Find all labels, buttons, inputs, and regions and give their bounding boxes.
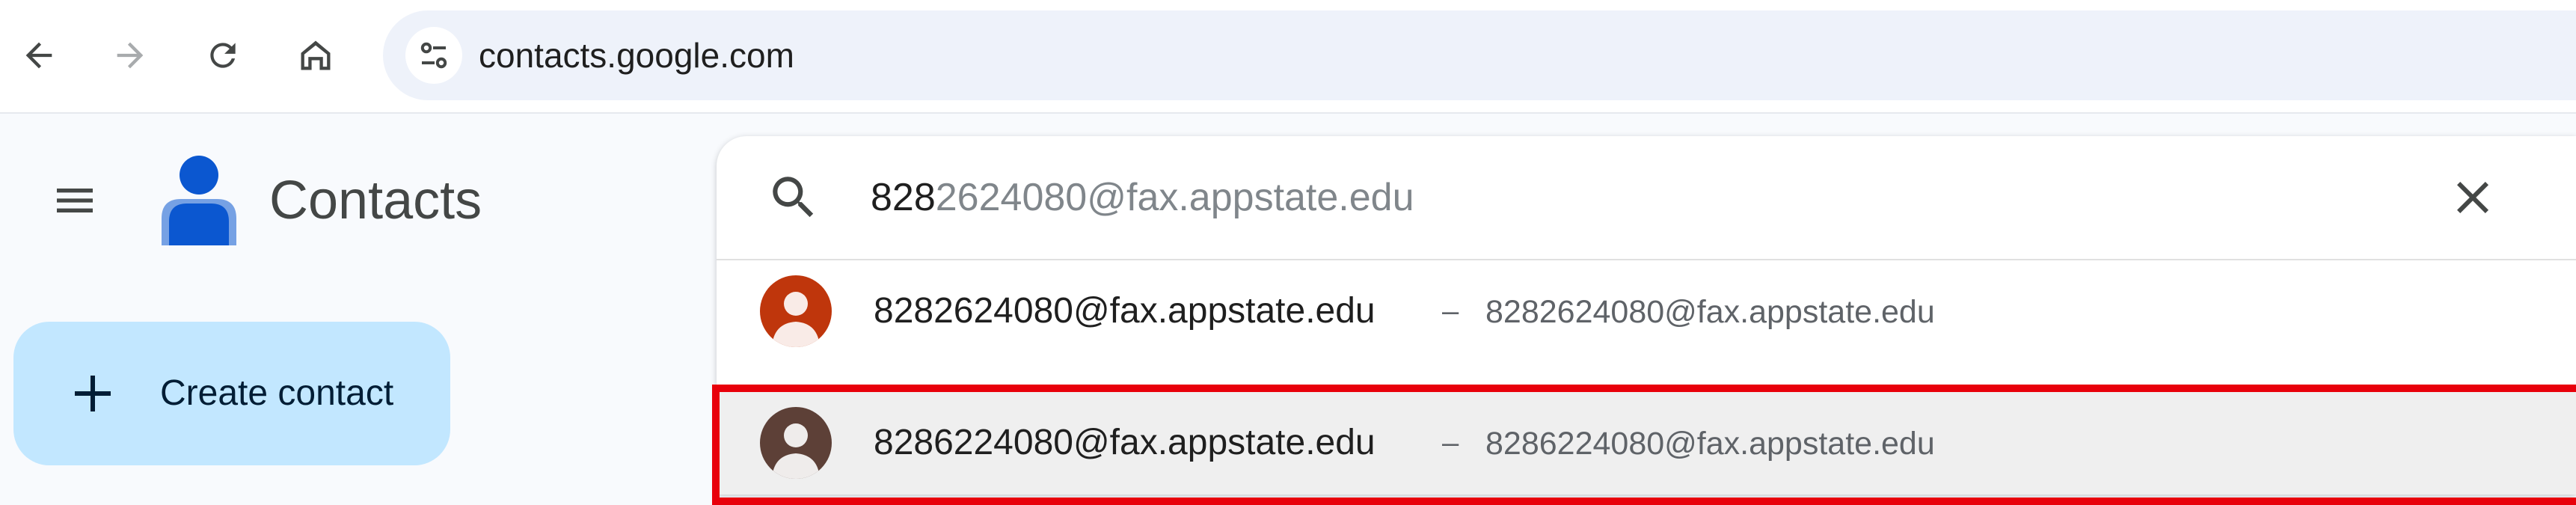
forward-button[interactable]	[102, 27, 159, 84]
result-email: 8286224080@fax.appstate.edu	[1485, 426, 1935, 462]
home-icon	[301, 40, 331, 70]
search-icon[interactable]	[766, 170, 821, 225]
person-avatar-icon	[772, 423, 820, 479]
search-input[interactable]: 8282624080@fax.appstate.edu	[871, 136, 2292, 259]
plus-icon	[75, 376, 111, 411]
contacts-logo-icon[interactable]	[157, 150, 239, 247]
app-title: Contacts	[269, 171, 482, 230]
result-name: 8282624080@fax.appstate.edu	[874, 291, 1376, 331]
home-button[interactable]	[287, 27, 344, 84]
site-settings-icon	[420, 42, 447, 69]
forward-arrow-icon	[117, 42, 144, 69]
avatar	[760, 275, 832, 347]
reload-icon	[210, 43, 236, 68]
search-result-item-highlighted[interactable]: 8286224080@fax.appstate.edu – 8286224080…	[717, 391, 2576, 495]
browser-toolbar: contacts.google.com	[0, 0, 2576, 114]
result-separator: –	[1442, 426, 1459, 459]
address-bar[interactable]: contacts.google.com	[383, 10, 2576, 100]
clear-search-button[interactable]	[2441, 166, 2504, 229]
create-contact-button[interactable]: Create contact	[13, 322, 450, 465]
search-autocomplete-text: 2624080@fax.appstate.edu	[935, 176, 1414, 219]
main-menu-button[interactable]	[39, 165, 111, 236]
search-typed-text: 828	[871, 176, 936, 219]
avatar	[760, 407, 832, 479]
search-panel: 8282624080@fax.appstate.edu 8282624080@f…	[717, 136, 2576, 495]
hamburger-menu-icon	[57, 189, 93, 212]
back-button[interactable]	[10, 27, 67, 84]
url-text: contacts.google.com	[479, 36, 794, 75]
search-result-item[interactable]: 8282624080@fax.appstate.edu – 8282624080…	[717, 259, 2576, 364]
close-icon	[2457, 182, 2488, 213]
create-contact-label: Create contact	[160, 373, 394, 413]
result-email: 8282624080@fax.appstate.edu	[1485, 294, 1935, 330]
site-settings-button[interactable]	[405, 27, 462, 84]
reload-button[interactable]	[194, 27, 251, 84]
result-name: 8286224080@fax.appstate.edu	[874, 423, 1376, 462]
person-avatar-icon	[772, 292, 820, 347]
result-separator: –	[1442, 295, 1459, 328]
back-arrow-icon	[25, 42, 52, 69]
search-bar: 8282624080@fax.appstate.edu	[717, 136, 2576, 260]
